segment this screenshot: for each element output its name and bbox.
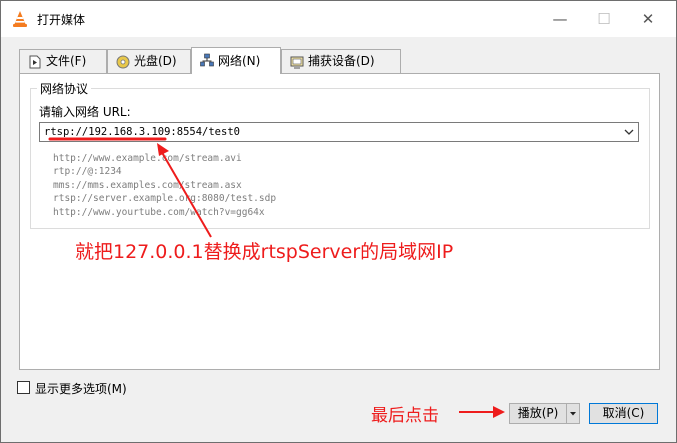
network-protocol-group: 网络协议 请输入网络 URL: http://www.example.com/s…	[30, 80, 650, 229]
disc-icon	[116, 55, 130, 69]
url-input[interactable]	[42, 123, 616, 141]
play-arrowhead	[493, 406, 505, 418]
example-line: rtp://@:1234	[53, 166, 122, 178]
group-title: 网络协议	[37, 80, 92, 97]
url-label: 请输入网络 URL:	[39, 105, 131, 119]
tab-disc-label: 光盘(D)	[134, 54, 177, 68]
tab-network[interactable]: 网络(N)	[191, 47, 281, 74]
url-combobox[interactable]	[39, 122, 639, 142]
capture-device-icon	[290, 56, 304, 69]
annotation-click-play: 最后点击	[371, 406, 439, 426]
example-line: rtsp://server.example.org:8080/test.sdp	[53, 193, 277, 205]
annotation-replace-ip: 就把127.0.0.1替换成rtspServer的局域网IP	[75, 241, 454, 263]
vlc-cone-icon	[13, 11, 27, 27]
tab-disc[interactable]: 光盘(D)	[107, 49, 191, 73]
tab-capture-device[interactable]: 捕获设备(D)	[281, 49, 401, 73]
close-button[interactable]: ✕	[625, 1, 671, 37]
example-line: http://www.yourtube.com/watch?v=gg64x	[53, 206, 265, 218]
tab-file-label: 文件(F)	[46, 54, 87, 68]
maximize-button[interactable]: ☐	[581, 1, 627, 37]
play-button-label[interactable]: 播放(P)	[510, 404, 567, 423]
cancel-button[interactable]: 取消(C)	[589, 403, 658, 424]
minimize-button[interactable]: —	[537, 1, 583, 37]
title-bar: 打开媒体 — ☐ ✕	[1, 1, 676, 37]
play-button[interactable]: 播放(P)	[509, 403, 580, 424]
checkbox-box[interactable]	[17, 381, 30, 394]
tab-network-label: 网络(N)	[218, 54, 261, 68]
example-line: mms://mms.examples.com/stream.asx	[53, 179, 242, 191]
example-line: http://www.example.com/stream.avi	[53, 153, 242, 164]
network-tab-panel: 网络协议 请输入网络 URL: http://www.example.com/s…	[19, 73, 660, 370]
window-title: 打开媒体	[37, 13, 86, 27]
dropdown-triangle-icon[interactable]	[567, 404, 579, 423]
more-options-label: 显示更多选项(M)	[35, 382, 127, 396]
tab-capture-device-label: 捕获设备(D)	[308, 54, 375, 68]
file-play-icon	[29, 55, 41, 69]
network-icon	[200, 53, 214, 67]
url-examples: http://www.example.com/stream.avi rtp://…	[53, 152, 276, 219]
chevron-down-icon[interactable]	[620, 123, 638, 141]
tab-file[interactable]: 文件(F)	[19, 49, 107, 73]
open-media-dialog: 打开媒体 — ☐ ✕ 文件(F) 光盘(D) 网络(N) 捕获设备(D) 网络协…	[0, 0, 677, 443]
